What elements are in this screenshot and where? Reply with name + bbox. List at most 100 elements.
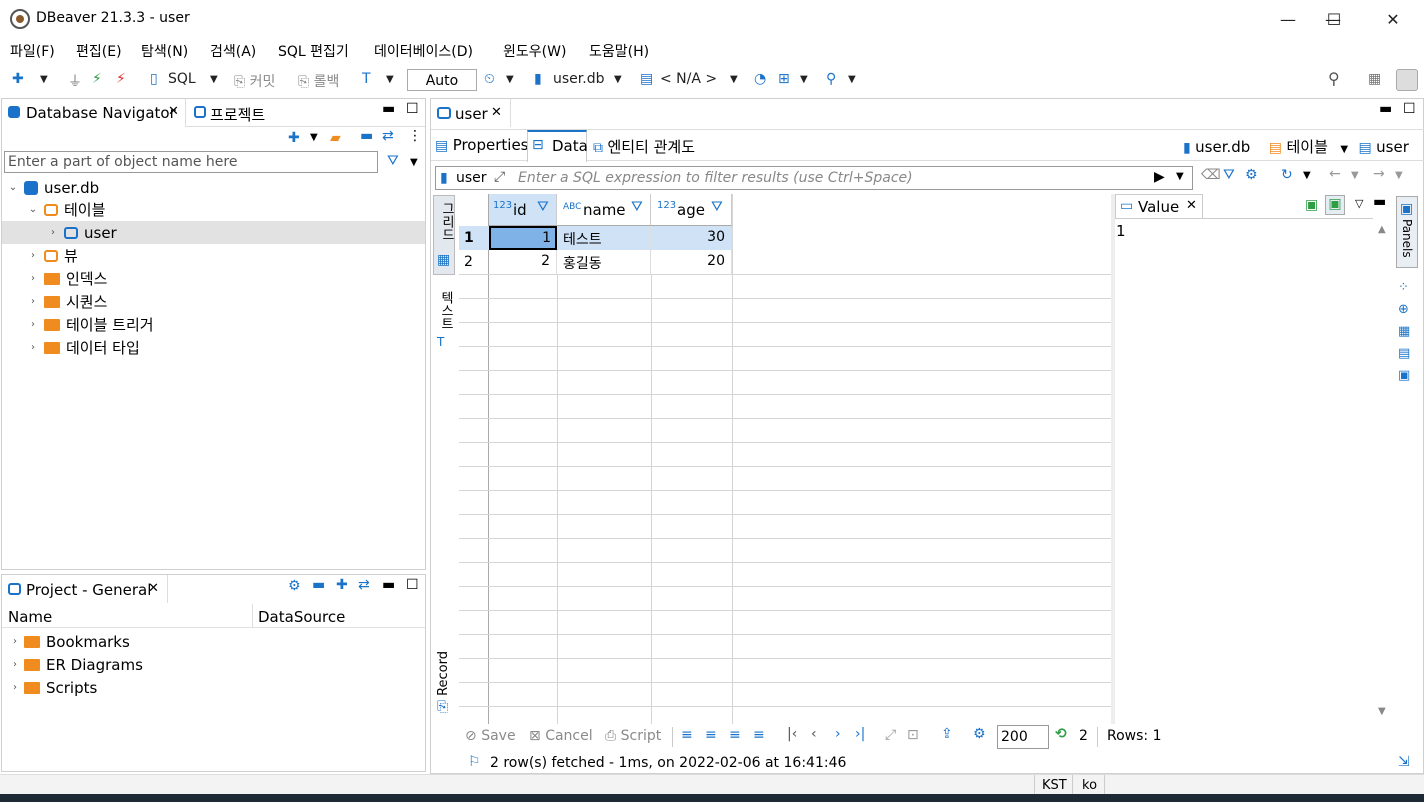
open-perspective-icon[interactable]: ▦ xyxy=(1368,71,1381,87)
minimize-icon[interactable]: ▬ xyxy=(1373,194,1386,210)
dashboard-icon[interactable]: ◔ xyxy=(754,71,766,87)
value-viewer-icon[interactable]: ▣ xyxy=(1398,368,1410,383)
menu-file[interactable]: 파일(F) xyxy=(10,41,55,61)
close-icon[interactable]: ✕ xyxy=(491,105,502,120)
last-page-icon[interactable]: ›| xyxy=(855,726,865,742)
collapse-all-icon[interactable]: ▬ xyxy=(360,128,373,144)
menu-sql-editor[interactable]: SQL 편집기 xyxy=(278,41,349,61)
chevron-down-icon[interactable]: ▼ xyxy=(1176,171,1184,182)
filter-settings-icon[interactable]: ⚙ xyxy=(1245,167,1258,183)
column-header-name[interactable]: Name xyxy=(8,608,52,626)
close-icon[interactable]: ✕ xyxy=(1186,198,1197,213)
collapse-all-icon[interactable]: ▬ xyxy=(312,577,325,593)
sort-filter-icon[interactable]: ⛛ xyxy=(537,199,549,215)
commit-button[interactable]: ⎘ 커밋 xyxy=(234,71,275,91)
chevron-down-icon[interactable]: ▼ xyxy=(210,74,218,85)
chevron-down-icon[interactable]: ▼ xyxy=(1340,144,1348,155)
copy-row-icon[interactable]: ≡ xyxy=(729,727,741,743)
value-scrollbar[interactable]: ▲ ▼ xyxy=(1375,218,1393,724)
editor-tab-user[interactable]: user ✕ xyxy=(431,99,511,127)
tree-item-indexes[interactable]: › 인덱스 xyxy=(26,267,107,290)
eraser-icon[interactable]: ⌫ xyxy=(1201,167,1221,183)
forward-icon[interactable]: → xyxy=(1373,166,1385,182)
value-panel-tab[interactable]: ▭ Value ✕ xyxy=(1115,194,1203,218)
column-header-datasource[interactable]: DataSource xyxy=(258,608,345,626)
delete-row-icon[interactable]: ≡ xyxy=(753,727,765,743)
chevron-right-icon[interactable]: › xyxy=(46,227,60,238)
chevron-right-icon[interactable]: › xyxy=(26,296,40,307)
project-item-bookmarks[interactable]: › Bookmarks xyxy=(8,630,130,653)
fetch-all-icon[interactable]: ⊡ xyxy=(907,727,919,743)
filter-icon[interactable]: ⛛ xyxy=(387,153,399,169)
first-page-icon[interactable]: |‹ xyxy=(787,726,797,742)
breadcrumb-database[interactable]: user.db xyxy=(1195,138,1250,156)
tab-project[interactable]: 프로젝트 xyxy=(188,99,288,127)
scroll-up-icon[interactable]: ▲ xyxy=(1378,224,1386,235)
maximize-icon[interactable]: ☐ xyxy=(406,101,419,117)
chevron-down-icon[interactable]: ▼ xyxy=(410,157,418,168)
back-icon[interactable]: ← xyxy=(1329,166,1341,182)
side-tab-grid[interactable]: 그리드 ▦ xyxy=(433,195,455,275)
panel-toggle-icon[interactable]: ⇲ xyxy=(1398,754,1410,770)
subtab-properties[interactable]: ▤ Properties xyxy=(435,136,529,154)
sql-button[interactable]: SQL xyxy=(168,71,196,87)
save-button[interactable]: ⊘ Save xyxy=(465,728,516,744)
chevron-down-icon[interactable]: ▼ xyxy=(614,74,622,85)
project-item-scripts[interactable]: › Scripts xyxy=(8,676,97,699)
tab-project-general[interactable]: Project - General ✕ xyxy=(2,575,168,603)
search-icon[interactable]: ⚲ xyxy=(826,71,836,87)
auto-apply-icon[interactable]: ▣ xyxy=(1325,195,1345,215)
references-panel-icon[interactable]: ▤ xyxy=(1398,346,1410,361)
row-number-1[interactable]: 1 xyxy=(459,226,489,250)
tree-item-datatypes[interactable]: › 데이터 타입 xyxy=(26,336,140,359)
scroll-down-icon[interactable]: ▼ xyxy=(1378,706,1386,717)
chevron-right-icon[interactable]: › xyxy=(26,250,40,261)
sort-filter-icon[interactable]: ⛛ xyxy=(711,199,723,215)
grouping-panel-icon[interactable]: ▦ xyxy=(1398,324,1410,339)
table-cell-age[interactable]: 20 xyxy=(651,250,732,274)
fetch-next-icon[interactable]: ⤢ xyxy=(885,727,896,743)
active-schema-selector[interactable]: < N/A > xyxy=(660,71,717,87)
tree-item-tables[interactable]: ⌄ 테이블 xyxy=(26,198,106,221)
apply-filter-icon[interactable]: ▶ xyxy=(1154,169,1165,185)
column-header-id[interactable]: 123 id ⛛ xyxy=(489,194,557,226)
next-page-icon[interactable]: › xyxy=(835,726,841,742)
chevron-down-icon[interactable]: ▼ xyxy=(848,74,856,85)
disconnect-icon[interactable]: ⚡ xyxy=(116,71,126,87)
panels-toggle[interactable]: ▣ Panels xyxy=(1396,196,1418,268)
breadcrumb-table[interactable]: user xyxy=(1376,138,1409,156)
menu-window[interactable]: 윈도우(W) xyxy=(503,41,566,61)
dbeaver-perspective-icon[interactable] xyxy=(1396,69,1418,91)
breadcrumb-tables[interactable]: 테이블 xyxy=(1286,138,1327,156)
chevron-down-icon[interactable]: ▼ xyxy=(1351,170,1359,181)
chevron-down-icon[interactable]: ▼ xyxy=(386,74,394,85)
column-header-name[interactable]: ABC name ⛛ xyxy=(557,194,651,226)
side-tab-text[interactable]: 텍스트 T xyxy=(433,287,455,357)
side-tab-record[interactable]: Record ⎘ xyxy=(433,649,455,719)
tree-item-table-user[interactable]: › user xyxy=(46,221,117,244)
new-connection-icon[interactable]: ✚ xyxy=(12,71,24,87)
transaction-mode-icon[interactable]: T xyxy=(362,71,371,87)
history-icon[interactable]: ⏲ xyxy=(484,71,495,87)
table-cell-name[interactable]: 홍길동 xyxy=(557,250,651,274)
menu-edit[interactable]: 편집(E) xyxy=(76,41,122,61)
maximize-icon[interactable]: ☐ xyxy=(1403,101,1416,117)
network-icon[interactable]: ⊞ xyxy=(778,71,790,87)
minimize-icon[interactable]: ▬ xyxy=(382,101,395,117)
sort-filter-icon[interactable]: ⛛ xyxy=(631,199,643,215)
link-editor-icon[interactable]: ⇄ xyxy=(382,128,394,144)
metadata-panel-icon[interactable]: ⁘ xyxy=(1398,280,1409,295)
tree-item-views[interactable]: › 뷰 xyxy=(26,244,78,267)
subtab-er-diagram[interactable]: ⧉ 엔티티 관계도 xyxy=(593,136,695,157)
navigator-filter-input[interactable]: Enter a part of object name here xyxy=(4,151,378,173)
close-icon[interactable]: ✕ xyxy=(168,104,179,119)
chevron-down-icon[interactable]: ▼ xyxy=(1303,170,1311,181)
chevron-right-icon[interactable]: › xyxy=(8,636,22,647)
table-cell-name[interactable]: 테스트 xyxy=(557,226,651,250)
menu-navigate[interactable]: 탐색(N) xyxy=(141,41,188,61)
export-icon[interactable]: ⇪ xyxy=(941,726,953,742)
plug-icon[interactable]: ⏚ xyxy=(68,71,82,91)
maximize-window-button[interactable]: ☐ xyxy=(1311,6,1357,32)
chevron-right-icon[interactable]: › xyxy=(26,342,40,353)
expand-icon[interactable]: ⤢ xyxy=(494,169,505,185)
